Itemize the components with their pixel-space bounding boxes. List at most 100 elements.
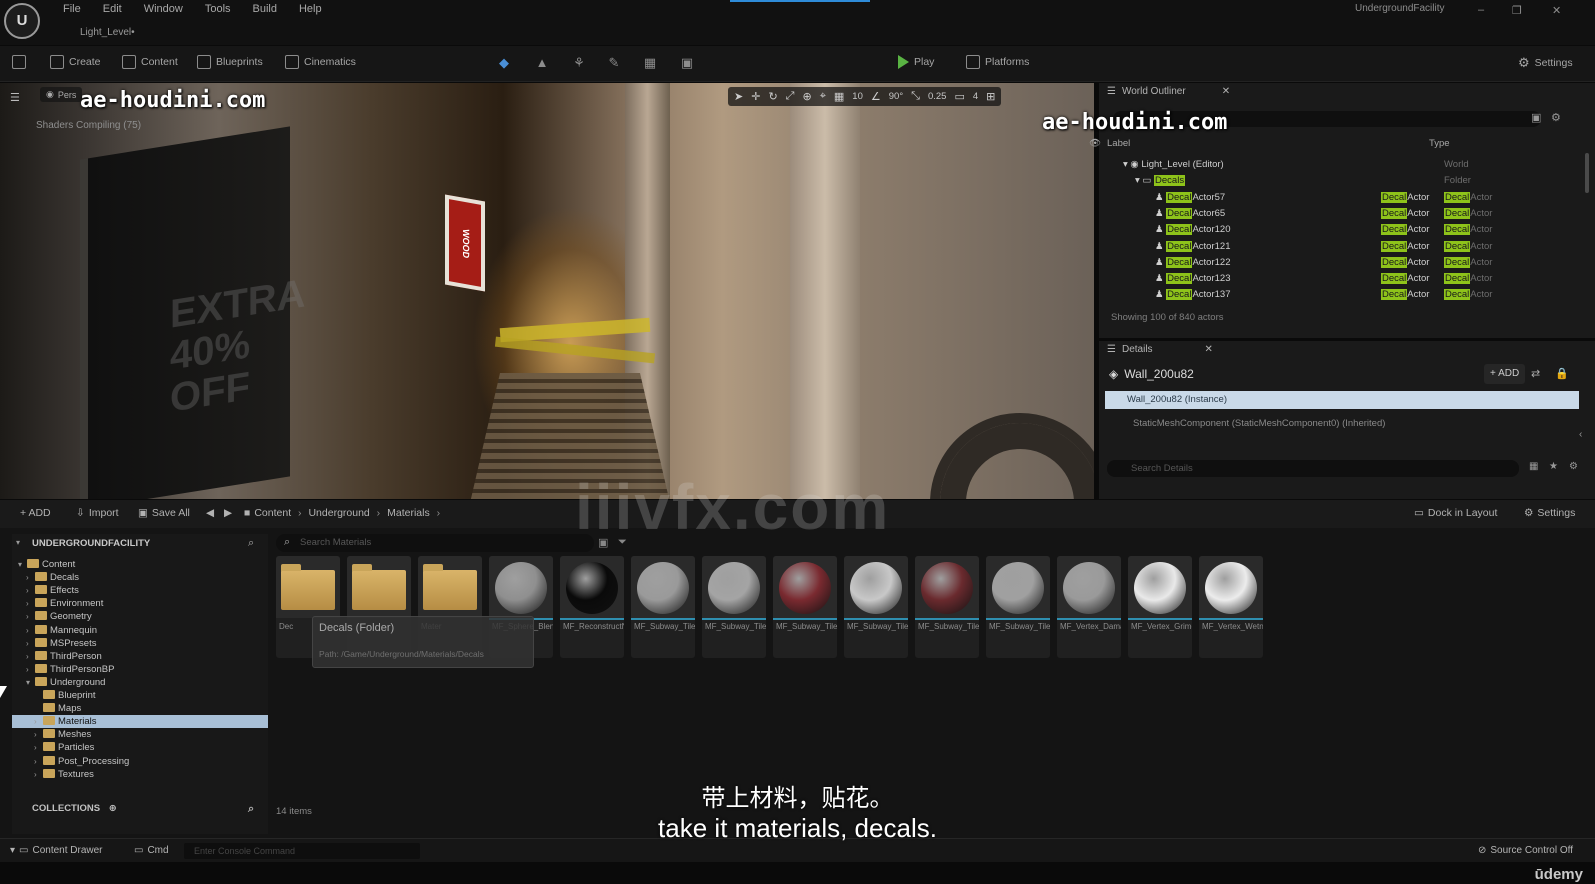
settings-icon[interactable]: ⚙ xyxy=(1569,461,1578,472)
folder-tree-item[interactable]: › Particles xyxy=(12,741,268,754)
menu-edit[interactable]: Edit xyxy=(92,1,133,17)
menu-tools[interactable]: Tools xyxy=(194,1,242,17)
surface-snap-icon[interactable]: ⌖ xyxy=(820,90,826,103)
save-all-button[interactable]: ▣ Save All xyxy=(138,507,190,519)
chevron-icon[interactable]: › xyxy=(26,597,35,610)
outliner-row[interactable]: ♟ DecalActor137 DecalActor DecalActor xyxy=(1099,287,1579,303)
type-column-header[interactable]: Type xyxy=(1429,138,1450,149)
minimize-icon[interactable]: – xyxy=(1478,4,1484,16)
save-icon[interactable] xyxy=(12,55,26,69)
folder-tree-item[interactable]: Maps xyxy=(12,702,268,715)
settings-button[interactable]: ⚙ Settings xyxy=(1518,55,1573,71)
landscape-mode-icon[interactable]: ▲ xyxy=(535,56,549,70)
selected-actor-name[interactable]: Wall_200u82 xyxy=(1124,367,1194,381)
folder-tree-item[interactable]: ▾ Content xyxy=(12,558,268,571)
material-tile[interactable]: MF_ReconstructNormal xyxy=(560,556,624,658)
perspective-button[interactable]: ◉ Pers xyxy=(40,87,83,102)
folder-tree-item[interactable]: › Mannequin xyxy=(12,624,268,637)
outliner-row[interactable]: ♟ DecalActor121 DecalActor DecalActor xyxy=(1099,239,1579,255)
chevron-icon[interactable]: › xyxy=(34,755,43,768)
menu-help[interactable]: Help xyxy=(288,1,333,17)
console-input[interactable]: Enter Console Command xyxy=(184,843,420,859)
history-forward-icon[interactable]: ▶ xyxy=(224,507,232,519)
component-instance-row[interactable]: Wall_200u82 (Instance) xyxy=(1105,391,1579,409)
details-search-input[interactable]: Search Details xyxy=(1107,460,1519,477)
platforms-button[interactable]: Platforms xyxy=(966,55,1029,69)
scale-tool-icon[interactable]: ⤢ xyxy=(786,90,795,103)
outliner-row[interactable]: ♟ DecalActor65 DecalActor DecalActor xyxy=(1099,206,1579,222)
outliner-row[interactable]: ♟ DecalActor120 DecalActor DecalActor xyxy=(1099,222,1579,238)
select-mode-icon[interactable]: ◆ xyxy=(497,56,511,70)
chevron-icon[interactable]: › xyxy=(34,728,43,741)
rotation-snap-icon[interactable]: ∠ xyxy=(871,90,881,103)
chevron-icon[interactable]: › xyxy=(34,741,43,754)
details-tab[interactable]: ☰ Details ✕ xyxy=(1107,344,1213,355)
material-tile[interactable]: MF_Vertex_Wetness xyxy=(1199,556,1263,658)
level-viewport[interactable]: EXTRA 40% OFF WOOD ☰ ◉ Pers Shaders Compil… xyxy=(0,83,1094,499)
add-component-button[interactable]: + ADD xyxy=(1484,364,1526,384)
material-tile[interactable]: MF_Vertex_Grime xyxy=(1128,556,1192,658)
content-button[interactable]: Content xyxy=(122,55,178,69)
breadcrumb-materials[interactable]: Materials xyxy=(387,507,430,519)
chevron-icon[interactable]: › xyxy=(26,610,35,623)
material-tile[interactable]: MF_Subway_Tiles_Damaged xyxy=(773,556,837,658)
maximize-icon[interactable]: ❐ xyxy=(1512,4,1522,17)
asset-search-input[interactable]: Search Materials xyxy=(276,534,594,552)
outliner-row[interactable]: ♟ DecalActor122 DecalActor DecalActor xyxy=(1099,255,1579,271)
folder-tree-item[interactable]: › Effects xyxy=(12,584,268,597)
camera-speed-value[interactable]: 4 xyxy=(973,91,978,102)
folder-tree-item[interactable]: ▾ Underground xyxy=(12,676,268,689)
breadcrumb-underground[interactable]: Underground xyxy=(308,507,369,519)
cmd-button[interactable]: ▭ Cmd xyxy=(134,845,169,856)
grid-view-icon[interactable]: ▦ xyxy=(1529,461,1538,472)
chevron-down-icon[interactable]: ▾ xyxy=(16,538,20,547)
scale-snap-icon[interactable]: ⤡ xyxy=(911,90,920,103)
chevron-icon[interactable]: › xyxy=(26,637,35,650)
chevron-icon[interactable]: › xyxy=(26,584,35,597)
select-tool-icon[interactable]: ➤ xyxy=(734,90,743,103)
import-button[interactable]: ⇩ Import xyxy=(76,507,119,519)
folder-tree-item[interactable]: › Materials xyxy=(12,715,268,729)
lock-icon[interactable]: 🔒 xyxy=(1555,367,1569,380)
folder-tree-item[interactable]: › Environment xyxy=(12,597,268,610)
folder-tree-item[interactable]: › ThirdPerson xyxy=(12,650,268,663)
close-tab-icon[interactable]: ✕ xyxy=(1222,86,1230,97)
chevron-icon[interactable]: › xyxy=(34,715,43,728)
camera-speed-icon[interactable]: ▭ xyxy=(954,90,964,103)
collapse-chevron-icon[interactable]: ‹ xyxy=(1579,429,1582,440)
world-space-icon[interactable]: ⊕ xyxy=(802,90,811,103)
dock-in-layout-button[interactable]: ▭ Dock in Layout xyxy=(1414,507,1497,519)
folder-tree-item[interactable]: Blueprint xyxy=(12,689,268,702)
chevron-icon[interactable]: › xyxy=(26,624,35,637)
menu-file[interactable]: File xyxy=(52,1,92,17)
blueprint-icon[interactable]: ⇄ xyxy=(1531,367,1540,380)
viewport-menu-icon[interactable]: ☰ xyxy=(10,91,20,104)
chevron-icon[interactable]: › xyxy=(26,571,35,584)
outliner-row[interactable]: ▾ ▭ Decals Folder xyxy=(1099,173,1579,189)
chevron-icon[interactable]: › xyxy=(26,663,35,676)
chevron-icon[interactable]: ▾ xyxy=(18,558,27,571)
project-root-header[interactable]: UNDERGROUNDFACILITY xyxy=(12,534,268,554)
history-back-icon[interactable]: ◀ xyxy=(206,507,214,519)
foliage-mode-icon[interactable]: ⚘ xyxy=(572,56,586,70)
play-button[interactable]: Play xyxy=(898,55,934,69)
folder-tree-item[interactable]: › Decals xyxy=(12,571,268,584)
cb-settings-button[interactable]: ⚙ Settings xyxy=(1524,507,1575,519)
level-tab[interactable]: Light_Level• xyxy=(62,24,182,44)
close-icon[interactable]: ✕ xyxy=(1552,4,1561,17)
grid-snap-icon[interactable]: ▦ xyxy=(834,90,844,103)
breadcrumb-content[interactable]: Content xyxy=(254,507,291,519)
component-row[interactable]: StaticMeshComponent (StaticMeshComponent… xyxy=(1119,418,1385,429)
layout-icon[interactable]: ⊞ xyxy=(986,90,995,103)
fracture-mode-icon[interactable]: ▦ xyxy=(643,56,657,70)
rotate-tool-icon[interactable]: ↻ xyxy=(768,90,777,103)
move-tool-icon[interactable]: ✛ xyxy=(751,90,760,103)
search-icon[interactable]: ⌕ xyxy=(248,537,254,550)
rotation-snap-value[interactable]: 90° xyxy=(889,91,903,102)
material-tile[interactable]: MF_Subway_Tiles_Damaged xyxy=(844,556,908,658)
settings-icon[interactable]: ⚙ xyxy=(1551,111,1561,124)
material-tile[interactable]: MF_Subway_Tiles_Grime_Edit xyxy=(915,556,979,658)
folder-tree-item[interactable]: › ThirdPersonBP xyxy=(12,663,268,676)
source-control-button[interactable]: ⊘ Source Control Off xyxy=(1478,845,1573,856)
modeling-mode-icon[interactable]: ▣ xyxy=(680,56,694,70)
